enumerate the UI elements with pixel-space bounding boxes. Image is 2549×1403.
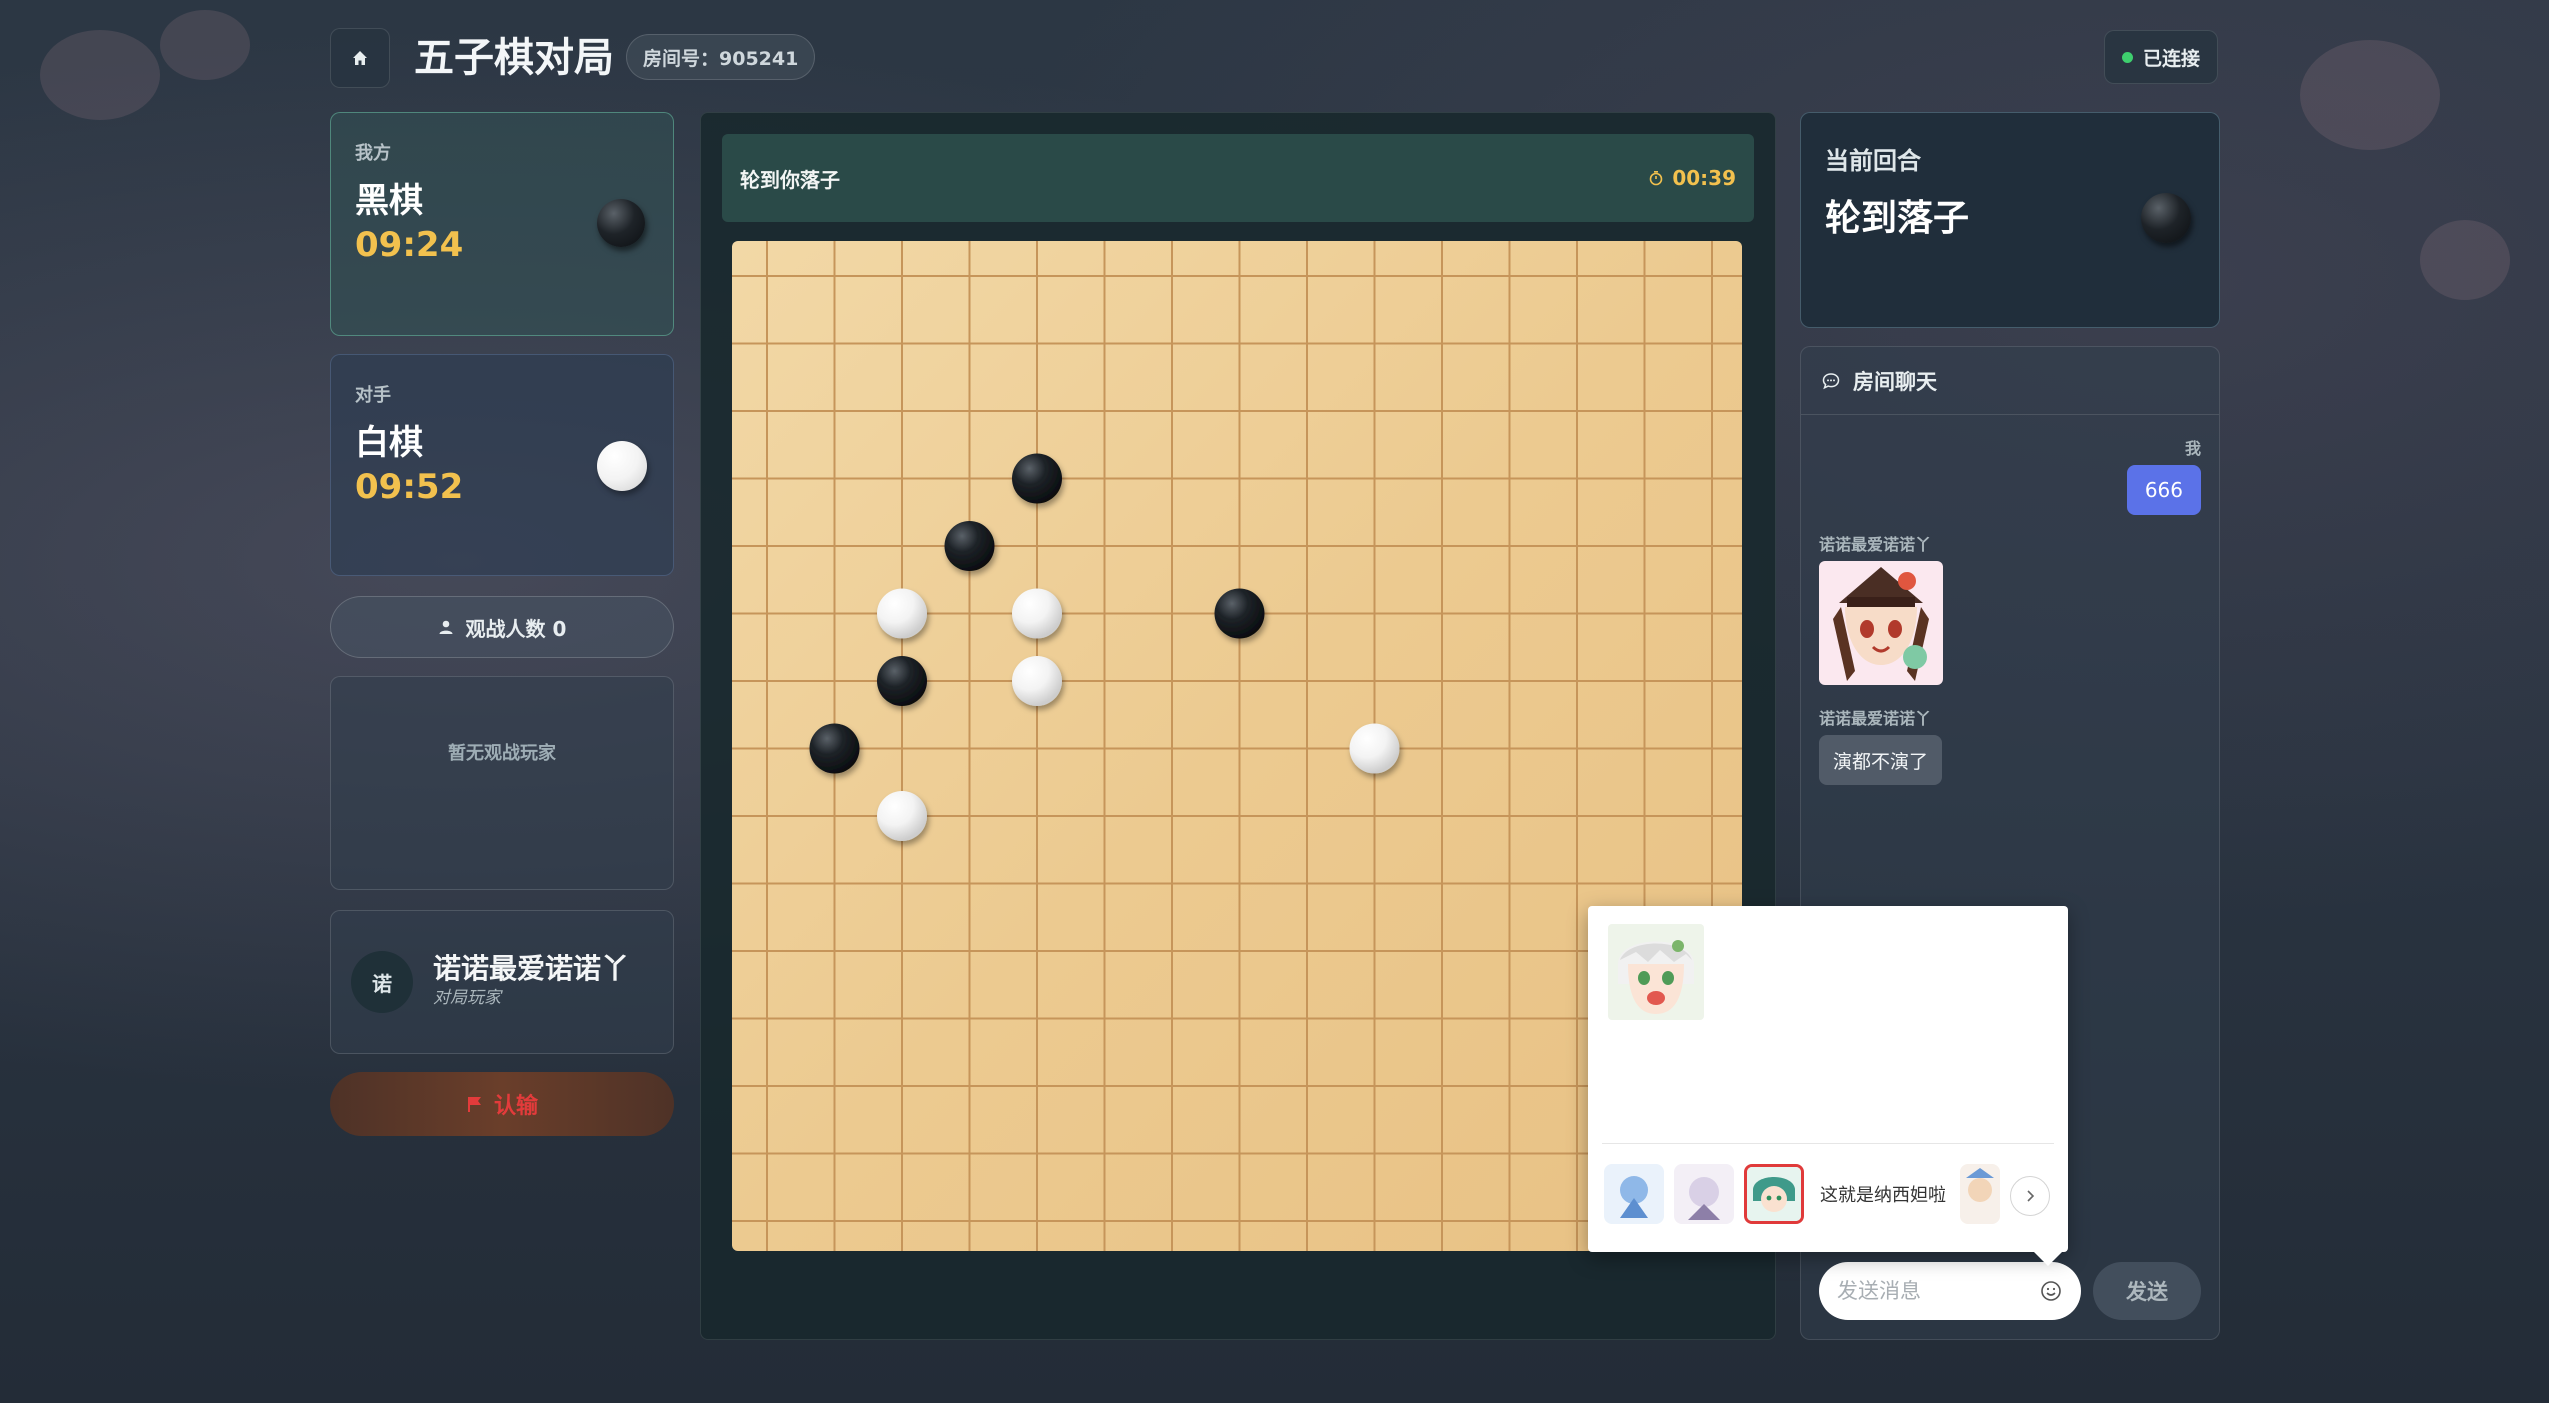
empty-spectators-text: 暂无观战玩家 [448,743,556,764]
home-icon [353,51,367,65]
user-card: 诺 诺诺最爱诺诺丫 对局玩家 [330,910,674,1054]
status-dot-icon [2121,51,2133,63]
chat-bubble-icon [1822,372,1840,389]
black-stone-icon [2141,193,2191,243]
player-side-label: 我方 [355,143,391,164]
message-sender: 诺诺最爱诺诺丫 [1819,535,1932,554]
message-sender: 诺诺最爱诺诺丫 [1819,709,1932,728]
message-bubble-other: 演都不演了 [1819,735,1943,785]
spectator-count-label: 观战人数 0 [465,616,567,641]
blossom-decoration [160,10,250,80]
black-stone-icon [597,199,645,247]
black-stone [944,521,995,571]
user-icon [439,620,453,634]
current-turn-value: 轮到落子 [1825,198,1970,239]
player-timer: 09:52 [355,467,464,507]
sticker-message-image [1819,561,1943,685]
black-stone [1214,588,1265,639]
send-button[interactable]: 发送 [2093,1262,2201,1320]
user-name: 诺诺最爱诺诺丫 [433,952,630,985]
spectator-list: 暂无观战玩家 [330,676,674,890]
message-input-wrapper [1819,1262,2081,1320]
flag-icon [467,1097,481,1112]
avatar: 诺 [351,951,413,1013]
turn-text: 轮到你落子 [740,167,840,192]
message-sender: 我 [2184,439,2201,458]
home-button[interactable] [330,28,390,88]
chat-title: 房间聊天 [1853,369,1937,394]
opponent-player-card: 对手 白棋 09:52 [330,354,674,576]
black-stone [1012,453,1062,504]
connection-status-label: 已连接 [2142,47,2200,70]
sticker-pack-tab[interactable] [1674,1164,1734,1224]
move-timer-value: 00:39 [1672,166,1736,190]
resign-button[interactable]: 认输 [330,1072,674,1136]
white-stone [1012,588,1062,639]
white-stone [877,588,927,639]
blossom-decoration [2300,40,2440,150]
page-title: 五子棋对局 [414,35,614,81]
sticker-pack-tab-active[interactable] [1744,1164,1804,1224]
player-color: 黑棋 [355,181,423,221]
next-pack-button[interactable] [2010,1176,2050,1216]
message-input[interactable] [1837,1279,2017,1303]
player-timer: 09:24 [355,225,464,265]
player-side-label: 对手 [355,385,391,406]
blossom-decoration [40,30,160,120]
room-number-badge: 房间号：905241 [626,34,816,80]
move-timer: 00:39 [1648,166,1736,190]
player-color: 白棋 [355,423,423,463]
sticker-pack-label: 这就是纳西妲啦 [1820,1185,1946,1206]
turn-indicator-bar: 轮到你落子 00:39 [722,134,1754,222]
user-role: 对局玩家 [433,988,501,1008]
stopwatch-icon [1650,171,1663,186]
sticker-option[interactable] [1608,924,1704,1020]
resign-label: 认输 [493,1094,538,1119]
black-stone [877,656,927,706]
black-stone [809,723,860,774]
emoji-picker-popup: 这就是纳西妲啦 [1588,906,2068,1266]
current-turn-panel: 当前回合 轮到落子 [1800,112,2220,328]
white-stone [1012,656,1062,706]
chat-header: 房间聊天 [1801,347,2219,415]
white-stone-icon [597,441,647,491]
current-turn-heading: 当前回合 [1825,147,1921,175]
connection-status: 已连接 [2104,30,2218,84]
sticker-pack-tab[interactable] [1960,1164,2000,1224]
chevron-right-icon [2027,1190,2035,1202]
emoji-icon[interactable] [2039,1279,2063,1303]
white-stone [877,791,927,841]
sticker-pack-tab[interactable] [1604,1164,1664,1224]
popup-divider [1602,1143,2054,1144]
blossom-decoration [2420,220,2510,300]
my-player-card: 我方 黑棋 09:24 [330,112,674,336]
message-bubble-me: 666 [2126,465,2201,515]
spectator-count-button[interactable]: 观战人数 0 [330,596,674,658]
white-stone [1349,723,1400,774]
